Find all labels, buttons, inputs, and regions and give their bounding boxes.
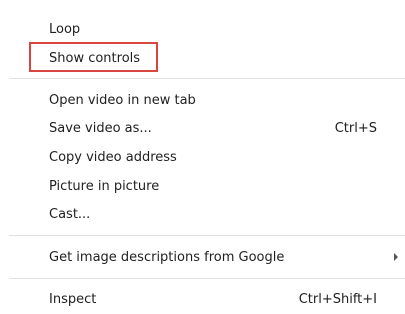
menu-item-shortcut: Ctrl+Shift+I bbox=[298, 291, 377, 307]
menu-item-copy-video-address[interactable]: Copy video address bbox=[9, 143, 405, 171]
menu-item-label: Copy video address bbox=[49, 149, 177, 165]
menu-item-label: Inspect bbox=[49, 291, 97, 307]
menu-item-label: Picture in picture bbox=[49, 178, 160, 194]
menu-item-inspect[interactable]: Inspect Ctrl+Shift+I bbox=[9, 285, 405, 313]
menu-separator bbox=[9, 78, 405, 79]
menu-item-shortcut: Ctrl+S bbox=[334, 120, 377, 136]
menu-item-label: Loop bbox=[49, 21, 81, 37]
menu-separator bbox=[9, 235, 405, 236]
menu-item-label: Cast... bbox=[49, 206, 91, 222]
video-context-menu: Loop Show controls Open video in new tab… bbox=[9, 0, 405, 314]
menu-item-open-video-new-tab[interactable]: Open video in new tab bbox=[9, 86, 405, 114]
menu-item-label: Get image descriptions from Google bbox=[49, 249, 285, 265]
menu-item-loop[interactable]: Loop bbox=[9, 15, 405, 43]
menu-item-picture-in-picture[interactable]: Picture in picture bbox=[9, 172, 405, 200]
menu-item-cast[interactable]: Cast... bbox=[9, 200, 405, 228]
menu-item-save-video-as[interactable]: Save video as... Ctrl+S bbox=[9, 114, 405, 142]
menu-item-label: Save video as... bbox=[49, 120, 152, 136]
menu-item-label: Open video in new tab bbox=[49, 92, 196, 108]
chevron-right-icon bbox=[394, 253, 398, 261]
menu-item-image-descriptions[interactable]: Get image descriptions from Google bbox=[9, 243, 405, 271]
menu-separator bbox=[9, 278, 405, 279]
menu-item-show-controls[interactable]: Show controls bbox=[9, 44, 405, 72]
menu-item-label: Show controls bbox=[49, 50, 141, 66]
